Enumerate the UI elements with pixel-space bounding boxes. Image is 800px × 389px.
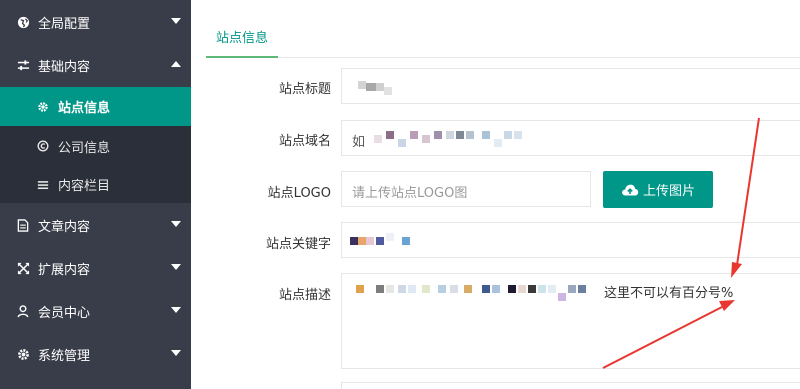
menu-icon <box>36 178 50 192</box>
blurred-text <box>578 285 586 293</box>
copyright-icon <box>36 139 50 153</box>
site-title-input[interactable] <box>341 68 800 104</box>
blurred-text <box>376 285 384 293</box>
upload-image-button[interactable]: 上传图片 <box>603 171 713 208</box>
tab-bar: 站点信息 <box>206 20 800 58</box>
sidebar-subitem-site-info[interactable]: 站点信息 <box>0 87 191 126</box>
blurred-text <box>434 131 442 139</box>
site-description-label: 站点描述 <box>278 288 331 303</box>
site-keywords-input[interactable] <box>341 222 800 258</box>
sidebar-subitem-label: 站点信息 <box>58 101 111 116</box>
blurred-text <box>504 131 512 139</box>
user-icon <box>16 304 30 318</box>
blurred-text <box>408 285 416 293</box>
gear-icon <box>36 100 50 114</box>
sliders-icon <box>16 58 30 72</box>
upload-image-label: 上传图片 <box>642 184 695 199</box>
blurred-text <box>358 237 366 245</box>
site-description-textarea[interactable]: 这里不可以有百分号% <box>341 273 800 369</box>
blurred-text <box>528 285 536 293</box>
blurred-text <box>376 83 384 91</box>
blurred-text <box>422 285 430 293</box>
blurred-text <box>422 135 430 143</box>
sidebar-subitem-label: 内容栏目 <box>58 179 111 194</box>
chevron-up-icon <box>171 61 181 67</box>
blurred-text <box>386 233 394 241</box>
blurred-text <box>402 237 410 245</box>
sidebar-subitem-label: 公司信息 <box>58 140 111 156</box>
chevron-down-icon <box>171 350 181 356</box>
blurred-text <box>482 131 490 139</box>
blurred-text <box>568 285 576 293</box>
blurred-text <box>366 237 374 245</box>
sidebar-item-label: 全局配置 <box>38 16 91 32</box>
blurred-text <box>538 285 546 293</box>
chevron-down-icon <box>171 221 181 227</box>
blurred-text <box>366 83 376 91</box>
site-title-label: 站点标题 <box>278 82 331 97</box>
blurred-text <box>508 285 516 293</box>
globe-icon <box>16 15 30 29</box>
site-keywords-label: 站点关键字 <box>265 237 331 252</box>
sidebar-item-label: 会员中心 <box>38 305 91 321</box>
blurred-text <box>482 285 490 293</box>
blurred-text <box>386 131 394 139</box>
sidebar-item-global-config[interactable]: 全局配置 <box>0 0 191 44</box>
blurred-text <box>548 285 556 293</box>
blurred-text <box>384 87 392 95</box>
blurred-text <box>356 285 364 293</box>
blurred-text <box>386 285 394 293</box>
blurred-text <box>398 285 406 293</box>
document-icon <box>16 218 30 232</box>
sidebar-item-member-center[interactable]: 会员中心 <box>0 289 191 333</box>
tab-site-info[interactable]: 站点信息 <box>206 20 278 58</box>
chevron-down-icon <box>171 18 181 24</box>
blurred-text <box>374 135 382 143</box>
blurred-text <box>456 131 464 139</box>
cloud-upload-icon <box>621 183 639 197</box>
blurred-text <box>450 285 458 293</box>
sidebar-item-label: 系统管理 <box>38 348 91 364</box>
sidebar-item-article-content[interactable]: 文章内容 <box>0 203 191 247</box>
site-description-text: 这里不可以有百分号% <box>604 286 734 301</box>
gear-icon <box>16 347 30 361</box>
site-logo-input[interactable]: 请上传站点LOGO图 <box>341 171 591 207</box>
expand-arrows-icon <box>16 261 30 275</box>
next-field-input[interactable] <box>341 382 800 389</box>
sidebar-item-label: 文章内容 <box>38 219 91 235</box>
sidebar-subitem-company-info[interactable]: 公司信息 <box>0 126 191 166</box>
site-domain-prefix: 如 <box>352 135 366 150</box>
chevron-down-icon <box>171 307 181 313</box>
main-content: 站点信息 站点标题 站点域名 如 站点LOGO 请上传站点LOGO图 上传图片 <box>191 0 800 389</box>
blurred-text <box>350 237 358 245</box>
blurred-text <box>410 131 418 139</box>
sidebar-item-label: 扩展内容 <box>38 262 91 278</box>
blurred-text <box>446 131 454 139</box>
blurred-text <box>518 285 526 293</box>
chevron-down-icon <box>171 264 181 270</box>
blurred-text <box>376 237 384 245</box>
sidebar-subitem-content-columns[interactable]: 内容栏目 <box>0 166 191 203</box>
blurred-text <box>358 81 366 89</box>
blurred-text <box>492 285 500 293</box>
sidebar-item-basic-content[interactable]: 基础内容 <box>0 43 191 87</box>
blurred-text <box>464 285 472 293</box>
blurred-text <box>398 139 406 147</box>
blurred-text <box>514 131 522 139</box>
site-domain-label: 站点域名 <box>278 134 331 149</box>
blurred-text <box>466 131 474 139</box>
sidebar-item-label: 基础内容 <box>38 59 91 75</box>
site-logo-placeholder: 请上传站点LOGO图 <box>352 186 468 201</box>
blurred-text <box>438 285 446 293</box>
sidebar-item-extended-content[interactable]: 扩展内容 <box>0 246 191 290</box>
blurred-text <box>494 139 502 147</box>
site-domain-input[interactable]: 如 <box>341 120 800 156</box>
sidebar-item-system-management[interactable]: 系统管理 <box>0 332 191 376</box>
sidebar: 全局配置 基础内容 站点信息 公司信息 内容栏目 文章内容 扩展内容 会员中心 … <box>0 0 191 389</box>
site-logo-label: 站点LOGO <box>267 186 331 201</box>
blurred-text <box>558 293 566 301</box>
